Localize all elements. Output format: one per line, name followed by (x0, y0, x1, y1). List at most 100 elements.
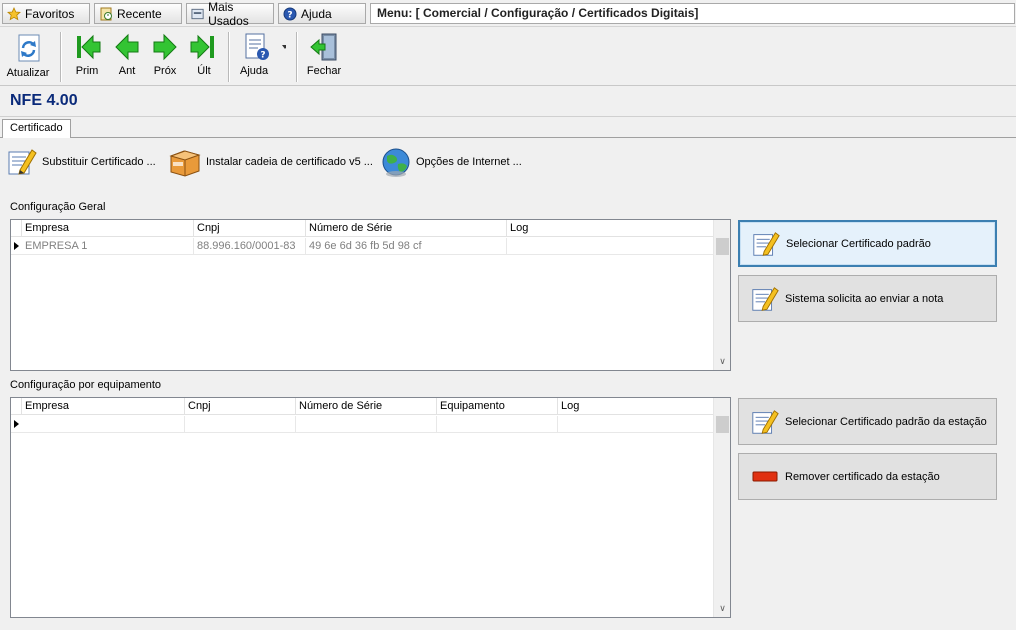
cell-log (558, 416, 714, 433)
column-header-empresa[interactable]: Empresa (22, 398, 185, 415)
certificado-panel: Substituir Certificado ... Instalar cade… (0, 138, 1016, 630)
config-equip-grid[interactable]: Empresa Cnpj Número de Série Equipamento… (10, 397, 731, 618)
ant-label: Ant (118, 65, 136, 77)
ajuda-toolbar-button[interactable]: ? Ajuda (234, 30, 290, 84)
selecionar-certificado-estacao-button[interactable]: Selecionar Certificado padrão da estação (738, 398, 997, 445)
previous-record-icon (115, 33, 139, 61)
column-header-log[interactable]: Log (507, 220, 714, 237)
favoritos-button[interactable]: Favoritos (2, 3, 90, 24)
row-pointer-icon (11, 416, 22, 433)
mais-usados-label: Mais Usados (208, 0, 249, 28)
certificate-edit-icon (752, 286, 779, 311)
toolbar: Atualizar Prim Ant Próx Últ ? Ajuda Fech… (0, 28, 1016, 86)
toolbar-separator (296, 32, 298, 82)
cell-serie: 49 6e 6d 36 fb 5d 98 cf (306, 238, 507, 255)
refresh-icon (18, 34, 40, 62)
atualizar-button[interactable]: Atualizar (4, 30, 52, 84)
table-row[interactable] (11, 416, 714, 433)
sistema-solicita-button[interactable]: Sistema solicita ao enviar a nota (738, 275, 997, 322)
row-pointer-icon (11, 238, 22, 255)
config-geral-label: Configuração Geral (10, 201, 106, 213)
opcoes-internet-link[interactable]: Opções de Internet ... (380, 145, 522, 179)
toolbar-separator (228, 32, 230, 82)
selecionar-padrao-label: Selecionar Certificado padrão (786, 237, 931, 250)
substituir-certificado-link[interactable]: Substituir Certificado ... (6, 145, 156, 179)
ult-label: Últ (197, 65, 211, 77)
substituir-label: Substituir Certificado ... (42, 156, 156, 168)
instalar-label: Instalar cadeia de certificado v5 ... (206, 156, 373, 168)
page-title-bar: NFE 4.00 (0, 87, 1016, 117)
quick-access-bar: Favoritos Recente Mais Usados ? Ajuda Me… (0, 0, 1016, 28)
column-header-equipamento[interactable]: Equipamento (437, 398, 558, 415)
fechar-label: Fechar (306, 65, 342, 77)
column-header-cnpj[interactable]: Cnpj (185, 398, 296, 415)
cell-cnpj: 88.996.160/0001-83 (194, 238, 306, 255)
remover-estacao-label: Remover certificado da estação (785, 470, 940, 483)
recente-button[interactable]: Recente (94, 3, 182, 24)
ajuda-quick-button[interactable]: ? Ajuda (278, 3, 366, 24)
svg-text:?: ? (260, 51, 265, 61)
scroll-thumb[interactable] (716, 416, 729, 433)
column-header-serie[interactable]: Número de Série (296, 398, 437, 415)
remove-icon (752, 471, 778, 481)
toolbar-separator (60, 32, 62, 82)
column-header-cnpj[interactable]: Cnpj (194, 220, 306, 237)
row-selector-header (11, 220, 22, 237)
most-used-icon (191, 8, 204, 19)
config-equip-label: Configuração por equipamento (10, 379, 162, 391)
selecionar-certificado-padrao-button[interactable]: Selecionar Certificado padrão (738, 220, 997, 267)
help-icon: ? (283, 7, 297, 20)
scroll-thumb[interactable] (716, 238, 729, 255)
column-header-log[interactable]: Log (558, 398, 714, 415)
config-geral-grid[interactable]: Empresa Cnpj Número de Série Log EMPRESA… (10, 219, 731, 371)
cell-equipamento (437, 416, 558, 433)
ult-button[interactable]: Últ (185, 30, 223, 84)
globe-icon (382, 148, 410, 177)
tab-certificado[interactable]: Certificado (2, 119, 71, 139)
page-title: NFE 4.00 (10, 92, 78, 109)
mais-usados-button[interactable]: Mais Usados (186, 0, 274, 28)
ajuda-toolbar-label: Ajuda (240, 65, 269, 77)
last-record-icon (190, 34, 214, 60)
star-icon (7, 6, 21, 20)
cell-empresa (22, 416, 185, 433)
remover-certificado-estacao-button[interactable]: Remover certificado da estação (738, 453, 997, 500)
menu-breadcrumb: Menu: [ Comercial / Configuração / Certi… (370, 3, 1015, 24)
cell-serie (296, 416, 437, 433)
fechar-button[interactable]: Fechar (302, 30, 346, 84)
ant-button[interactable]: Ant (108, 30, 146, 84)
prox-button[interactable]: Próx (146, 30, 184, 84)
atualizar-label: Atualizar (6, 67, 50, 79)
sistema-solicita-label: Sistema solicita ao enviar a nota (785, 292, 944, 305)
prox-label: Próx (153, 65, 177, 77)
help-document-icon: ? (245, 33, 286, 61)
recent-icon (100, 7, 112, 20)
next-record-icon (153, 33, 177, 61)
column-header-empresa[interactable]: Empresa (22, 220, 194, 237)
certificate-edit-icon (753, 231, 780, 256)
instalar-cadeia-link[interactable]: Instalar cadeia de certificado v5 ... (168, 145, 373, 179)
vertical-scrollbar[interactable]: ∨ (713, 398, 730, 617)
prim-label: Prim (75, 65, 99, 77)
cell-cnpj (185, 416, 296, 433)
install-package-icon (169, 150, 201, 177)
prim-button[interactable]: Prim (68, 30, 106, 84)
column-header-serie[interactable]: Número de Série (306, 220, 507, 237)
ajuda-quick-label: Ajuda (301, 6, 332, 21)
tab-strip: Certificado (0, 118, 1016, 139)
favoritos-label: Favoritos (25, 6, 75, 21)
table-row[interactable]: EMPRESA 1 88.996.160/0001-83 49 6e 6d 36… (11, 238, 714, 255)
scroll-down-arrow-icon[interactable]: ∨ (714, 600, 731, 617)
certificate-edit-icon (8, 149, 37, 175)
svg-text:?: ? (287, 10, 292, 20)
vertical-scrollbar[interactable]: ∨ (713, 220, 730, 370)
first-record-icon (77, 34, 101, 60)
scroll-down-arrow-icon[interactable]: ∨ (714, 353, 731, 370)
recente-label: Recente (117, 6, 162, 21)
opcoes-label: Opções de Internet ... (416, 156, 522, 168)
grid-header: Empresa Cnpj Número de Série Equipamento… (11, 398, 714, 415)
grid-header: Empresa Cnpj Número de Série Log (11, 220, 714, 237)
row-selector-header (11, 398, 22, 415)
cell-log (507, 238, 714, 255)
cell-empresa: EMPRESA 1 (22, 238, 194, 255)
